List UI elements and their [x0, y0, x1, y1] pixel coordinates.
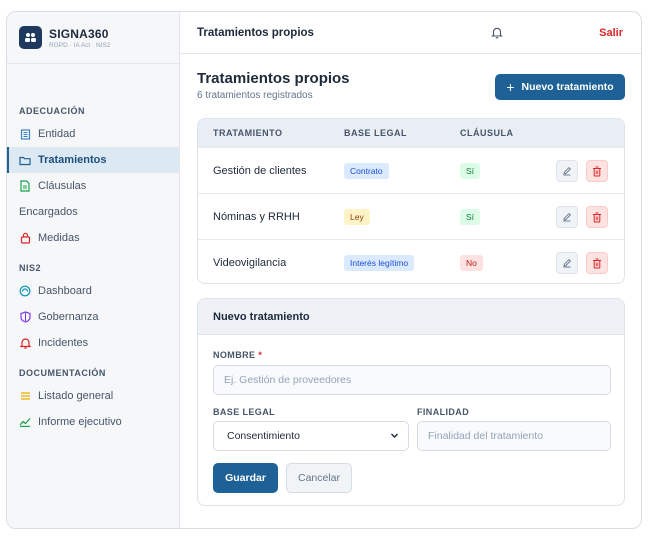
legal-basis-badge: Interés legítimo	[344, 254, 415, 271]
legal-basis-badge: Contrato	[344, 162, 389, 179]
sidebar-item-tratamientos[interactable]: Tratamientos	[7, 147, 179, 173]
name-label: NOMBRE *	[213, 350, 263, 360]
table-row[interactable]: Gestión de clientes Contrato Sí	[198, 147, 624, 193]
sidebar-item-listado-general[interactable]: Listado general	[7, 383, 179, 409]
treatment-name: Videovigilancia	[213, 256, 287, 269]
legal-basis-label: BASE LEGAL	[213, 407, 276, 417]
clause-badge: Sí	[460, 162, 481, 179]
sidebar-item-label: Tratamientos	[38, 154, 107, 166]
delete-button[interactable]	[586, 252, 608, 274]
sidebar-item-label: Informe ejecutivo	[38, 416, 122, 428]
table-row[interactable]: Nóminas y RRHH Ley Sí	[198, 193, 624, 239]
save-button[interactable]: Guardar	[213, 463, 278, 493]
legal-basis-badge: Ley	[344, 208, 370, 225]
topbar-title: Tratamientos propios	[197, 26, 314, 39]
page-subtitle: 6 tratamientos registrados	[197, 90, 313, 101]
sidebar-item-incidentes[interactable]: Incidentes	[7, 330, 179, 356]
plus-icon: +	[506, 79, 515, 95]
sidebar-item-informe-ejecutivo[interactable]: Informe ejecutivo	[7, 409, 179, 435]
chart-icon	[19, 416, 31, 428]
delete-button[interactable]	[586, 206, 608, 228]
new-treatment-form: Nuevo tratamiento NOMBRE * Ej. Gestión d…	[197, 298, 625, 506]
brand-subtitle: RGPD · IA Act · NIS2	[49, 41, 111, 49]
topbar: Tratamientos propios Salir	[180, 12, 641, 54]
sidebar-item-label: Encargados	[19, 206, 78, 218]
trash-icon	[593, 212, 601, 222]
brand-name: SIGNA360	[49, 26, 109, 41]
sidebar-item-medidas[interactable]: Medidas	[7, 225, 179, 251]
form-title: Nuevo tratamiento	[198, 299, 624, 335]
table-header: TRATAMIENTO BASE LEGAL CLÁUSULA	[198, 119, 624, 147]
sidebar-item-clausulas[interactable]: Cláusulas	[7, 173, 179, 199]
sidebar-item-dashboard[interactable]: Dashboard	[7, 278, 179, 304]
sidebar-item-label: Listado general	[38, 390, 114, 402]
section-nis2: NIS2	[19, 263, 42, 273]
sidebar-item-gobernanza[interactable]: Gobernanza	[7, 304, 179, 330]
purpose-input[interactable]: Finalidad del tratamiento	[417, 421, 611, 451]
notifications-bell-icon[interactable]	[491, 26, 503, 44]
edit-icon	[563, 212, 572, 222]
page-title: Tratamientos propios	[197, 70, 350, 87]
brand: SIGNA360 RGPD · IA Act · NIS2	[7, 12, 179, 64]
lock-icon	[19, 232, 31, 244]
section-adecuacion: ADECUACIÓN	[19, 106, 86, 116]
edit-icon	[563, 258, 572, 268]
table-row[interactable]: Videovigilancia Interés legítimo No	[198, 239, 624, 283]
building-icon	[19, 128, 31, 140]
column-header-base-legal: BASE LEGAL	[344, 128, 408, 138]
name-input[interactable]: Ej. Gestión de proveedores	[213, 365, 611, 395]
edit-button[interactable]	[556, 160, 578, 182]
clause-badge: Sí	[460, 208, 481, 225]
sidebar-nav: ADECUACIÓN Entidad Tratamientos Cláusula…	[7, 64, 179, 435]
edit-button[interactable]	[556, 252, 578, 274]
bell-icon	[19, 337, 31, 349]
treatments-table: TRATAMIENTO BASE LEGAL CLÁUSULA Gestión …	[197, 118, 625, 284]
trash-icon	[593, 258, 601, 268]
sidebar-item-label: Incidentes	[38, 337, 89, 349]
column-header-clausula: CLÁUSULA	[460, 128, 514, 138]
main-content: Tratamientos propios Salir Tratamientos …	[180, 12, 641, 528]
purpose-label: FINALIDAD	[417, 407, 470, 417]
section-documentacion: DOCUMENTACIÓN	[19, 368, 106, 378]
new-treatment-button[interactable]: + Nuevo tratamiento	[495, 74, 625, 100]
sidebar-item-entidad[interactable]: Entidad	[7, 121, 179, 147]
edit-icon	[563, 166, 572, 176]
brand-logo-icon	[19, 26, 42, 49]
sidebar-item-label: Medidas	[38, 232, 80, 244]
edit-button[interactable]	[556, 206, 578, 228]
delete-button[interactable]	[586, 160, 608, 182]
treatment-name: Nóminas y RRHH	[213, 210, 300, 223]
sidebar-item-label: Cláusulas	[38, 180, 87, 192]
column-header-tratamiento: TRATAMIENTO	[213, 128, 283, 138]
treatment-name: Gestión de clientes	[213, 164, 307, 177]
chevron-down-icon	[390, 431, 399, 443]
document-icon	[19, 180, 31, 192]
sidebar-item-label: Dashboard	[38, 285, 92, 297]
cancel-button[interactable]: Cancelar	[286, 463, 352, 493]
dashboard-icon	[19, 285, 31, 297]
trash-icon	[593, 166, 601, 176]
clause-badge: No	[460, 254, 483, 271]
shield-icon	[19, 311, 31, 323]
legal-basis-select[interactable]: Consentimiento	[213, 421, 409, 451]
sidebar: SIGNA360 RGPD · IA Act · NIS2 ADECUACIÓN…	[7, 12, 180, 528]
sidebar-item-label: Gobernanza	[38, 311, 99, 323]
new-treatment-label: Nuevo tratamiento	[521, 81, 614, 93]
logout-button[interactable]: Salir	[599, 27, 623, 39]
list-icon	[19, 390, 31, 402]
page-header: Tratamientos propios 6 tratamientos regi…	[197, 70, 350, 101]
app-window: SIGNA360 RGPD · IA Act · NIS2 ADECUACIÓN…	[6, 11, 642, 529]
required-mark: *	[258, 350, 263, 360]
legal-basis-value: Consentimiento	[227, 430, 300, 442]
sidebar-item-label: Entidad	[38, 128, 76, 140]
folder-icon	[19, 154, 31, 166]
sidebar-item-encargados[interactable]: Encargados	[7, 199, 179, 225]
